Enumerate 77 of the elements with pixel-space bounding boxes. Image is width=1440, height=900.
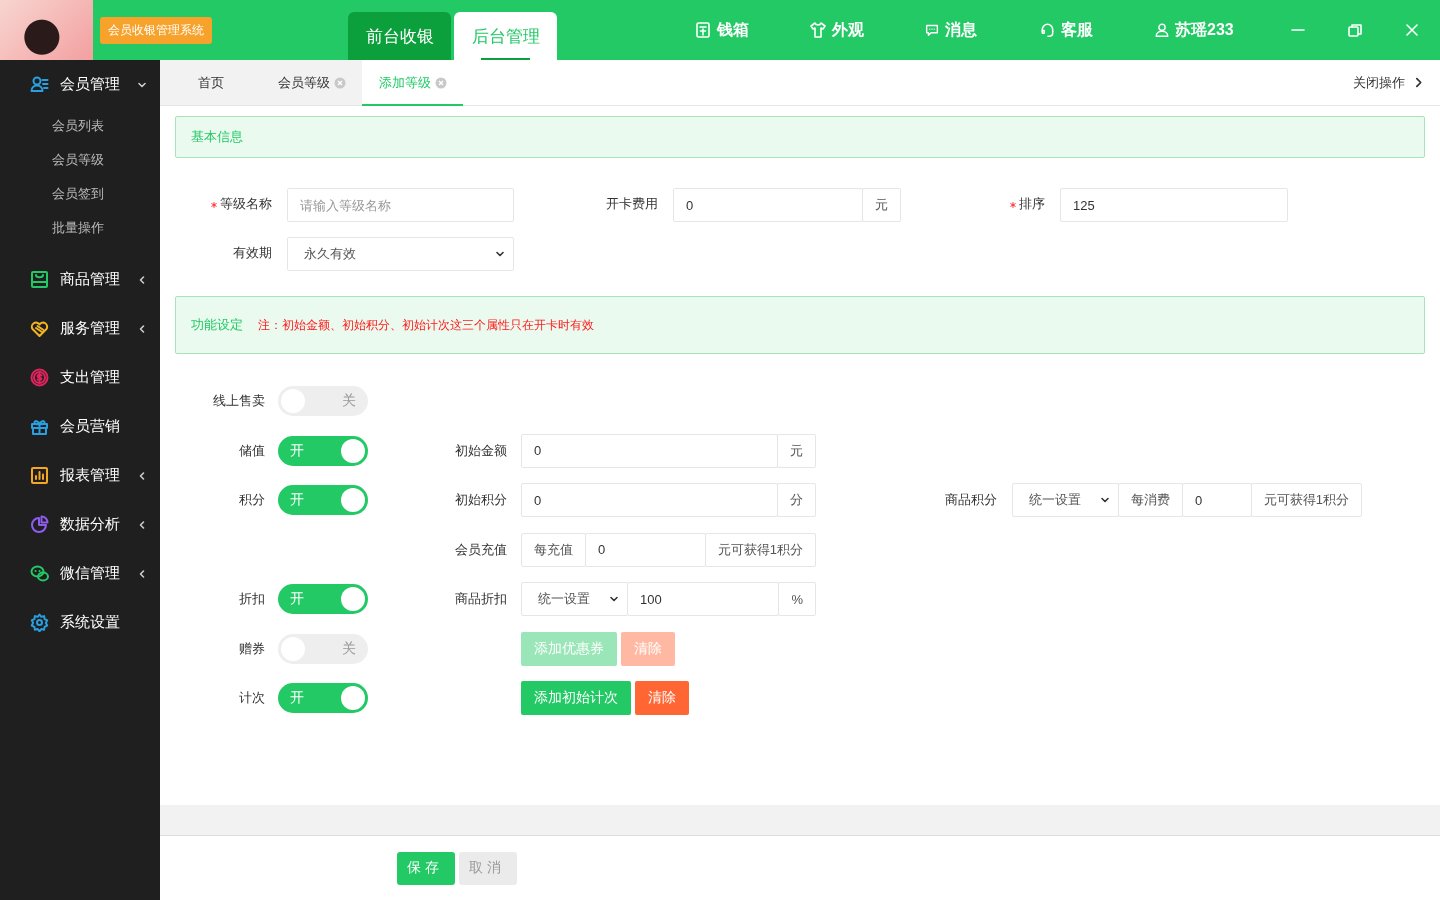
sidebar-label: 系统设置: [60, 613, 120, 632]
field-label: 商品积分: [945, 491, 997, 509]
chevron-down-icon: [1100, 495, 1110, 505]
field-label: 等级名称: [220, 195, 272, 213]
nav-label: 苏瑶233: [1175, 19, 1234, 40]
sidebar-label: 服务管理: [60, 319, 120, 338]
sidebar-item[interactable]: 数据分析: [0, 500, 160, 549]
shirt-icon: [809, 21, 827, 39]
nav-label: 钱箱: [717, 19, 749, 40]
close-icon: [1403, 22, 1420, 38]
sidebar-label: 数据分析: [60, 515, 120, 534]
field-label: 有效期: [233, 244, 272, 262]
sidebar-item[interactable]: 微信管理: [0, 549, 160, 598]
sidebar-item[interactable]: 报表管理: [0, 451, 160, 500]
note-text: 注：初始金额、初始积分、初始计次这三个属性只在开卡时有效: [258, 316, 594, 334]
unit-label: 元: [862, 188, 901, 222]
user-icon: [1154, 22, 1170, 38]
sidebar-item[interactable]: 支出管理: [0, 353, 160, 402]
sidebar-label: 支出管理: [60, 368, 120, 387]
app-name-badge: 会员收银管理系统: [100, 16, 212, 44]
nav-label: 消息: [945, 19, 977, 40]
input-field[interactable]: 0: [521, 433, 778, 468]
field-label: 积分: [239, 491, 265, 509]
sidebar-item[interactable]: 服务管理: [0, 304, 160, 353]
field-label: 线上售卖: [213, 392, 265, 410]
cash-register-icon: [694, 21, 712, 39]
sidebar-item[interactable]: 会员管理: [0, 60, 160, 109]
sidebar-item[interactable]: 会员营销: [0, 402, 160, 451]
close-operations-menu[interactable]: 关闭操作: [1353, 60, 1440, 105]
chevron-down-icon: [495, 249, 505, 259]
field-label: 会员充值: [455, 540, 507, 559]
sidebar-subitem[interactable]: 会员列表: [0, 109, 160, 143]
field-label: 计次: [239, 689, 265, 707]
chat-icon: [924, 22, 940, 38]
nav-label: 客服: [1061, 19, 1093, 40]
chevron-icon: [1413, 77, 1424, 88]
input-field[interactable]: 0: [1182, 483, 1252, 517]
field-label: 排序: [1019, 195, 1045, 213]
sidebar-subitem[interactable]: 会员签到: [0, 177, 160, 211]
section-title: 基本信息: [191, 128, 243, 146]
input-field[interactable]: 125: [1060, 188, 1288, 222]
field-label: 折扣: [239, 590, 265, 608]
unit-label: 分: [777, 483, 816, 517]
input-field[interactable]: 0: [521, 483, 778, 517]
input-field[interactable]: 100: [627, 582, 780, 616]
restore-icon: [1346, 22, 1363, 38]
unit-label: 元可获得1积分: [704, 532, 816, 567]
unit-label: %: [778, 582, 816, 616]
input-field[interactable]: 请输入等级名称: [287, 188, 514, 222]
sidebar-label: 会员营销: [60, 417, 120, 436]
sidebar-subitem[interactable]: 批量操作: [0, 211, 160, 245]
field-label: 商品折扣: [455, 590, 507, 608]
input-field[interactable]: 0: [585, 532, 706, 567]
sidebar-subitem[interactable]: 会员等级: [0, 143, 160, 177]
sidebar-label: 报表管理: [60, 466, 120, 485]
headset-icon: [1039, 21, 1056, 39]
dropdown[interactable]: 永久有效: [287, 237, 514, 271]
dropdown[interactable]: 统一设置: [1012, 483, 1119, 517]
unit-label: 元可获得1积分: [1250, 483, 1362, 517]
nav-label: 外观: [832, 19, 864, 40]
sidebar-label: 微信管理: [60, 564, 120, 583]
input-field[interactable]: 0: [673, 188, 863, 222]
chevron-down-icon: [609, 594, 619, 604]
sidebar-item[interactable]: 商品管理: [0, 255, 160, 304]
page-tab[interactable]: 会员等级: [261, 60, 362, 105]
section-title: 功能设定: [191, 316, 243, 334]
sidebar-label: 会员管理: [60, 75, 120, 94]
field-label: 开卡费用: [606, 195, 658, 213]
field-label: 储值: [239, 441, 265, 460]
minimize-icon: [1290, 29, 1305, 31]
page-tab[interactable]: 首页: [160, 60, 261, 105]
unit-label: 元: [777, 433, 816, 468]
field-label: 初始积分: [455, 491, 507, 509]
sidebar-item[interactable]: 系统设置: [0, 598, 160, 647]
sidebar-label: 商品管理: [60, 270, 120, 289]
field-label: 赠券: [239, 639, 265, 658]
field-label: 初始金额: [455, 441, 507, 460]
